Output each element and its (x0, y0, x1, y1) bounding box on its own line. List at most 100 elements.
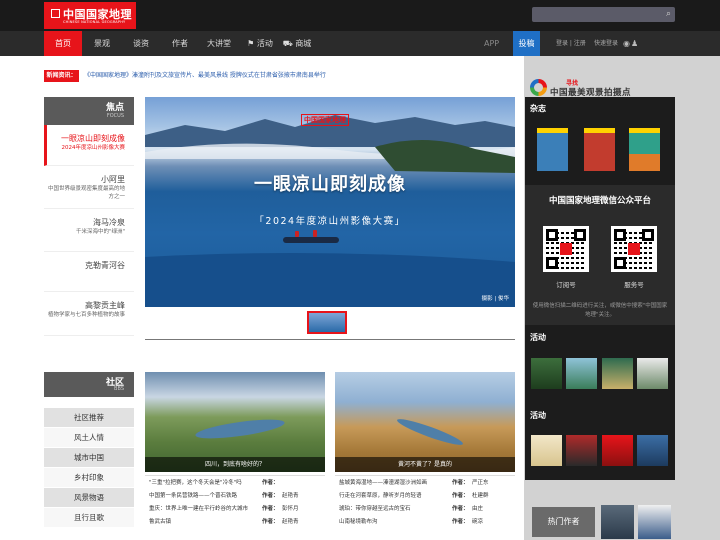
site-logo[interactable]: 中国国家地理 CHINESE NATIONAL GEOGRAPHY (44, 2, 136, 29)
main-nav: 首页 景观 谈资 作者 大讲堂 ⚑ 活动 ⛟ 商城 APP 投稿 登录 | 注册… (0, 31, 720, 56)
hero-brand: 中国国家地理 (301, 114, 349, 126)
carousel-thumbnail[interactable] (307, 311, 347, 334)
quick-login-label: 快速登录 (594, 40, 619, 47)
card-link[interactable]: 重庆：世界上唯一建在平行岭谷的大城市 (149, 503, 248, 516)
activity-thumb[interactable] (637, 435, 668, 466)
nav-item-shop[interactable]: ⛟ 商城 (280, 31, 314, 56)
bbs-photo-card[interactable]: 四川，到底有啥好的？ (145, 372, 325, 472)
magazine-cover[interactable] (629, 128, 660, 171)
card-link[interactable]: 中国第一条民营铁路——个晋石铁路 (149, 490, 237, 503)
hero-banner[interactable]: 中国国家地理 一眼凉山即刻成像 「2024年度凉山州影像大赛」 摄影 | 俊华 (145, 97, 515, 307)
focus-item[interactable]: 一眼凉山即刻成像 2024年度凉山州影像大赛 (44, 125, 134, 166)
hero-scenery (145, 115, 515, 307)
hot-authors-label: 热门作者 (532, 507, 595, 537)
activity-thumb[interactable] (531, 358, 562, 389)
bbs-item[interactable]: 社区推荐 (44, 408, 134, 427)
focus-item[interactable]: 高黎贡主峰 植物学家与七百多种植物的故事 (44, 292, 134, 336)
weibo-icon[interactable]: ◉ (623, 39, 631, 48)
activity-thumb[interactable] (531, 435, 562, 466)
hero-subtitle: 「2024年度凉山州影像大赛」 (254, 216, 406, 227)
author-name[interactable]: 赵艳青 (282, 490, 299, 503)
qr-corner (614, 257, 626, 269)
river-shape (395, 415, 465, 449)
qr-corner (546, 257, 558, 269)
magazine-cover[interactable] (537, 128, 568, 171)
app-link[interactable]: APP (484, 31, 499, 56)
card-link[interactable]: "三重"拉把赛，这个冬天会是"冷冬"吗 (149, 477, 242, 490)
divider (145, 339, 515, 340)
author-name[interactable]: 严正东 (472, 477, 489, 490)
author-label: 作者： (452, 480, 469, 486)
magazine-cover[interactable] (584, 128, 615, 171)
nav-item-activity[interactable]: ⚑ 活动 (245, 31, 275, 56)
cart-icon: ⛟ (282, 39, 293, 48)
author-label: 作者： (262, 519, 279, 525)
author-name[interactable]: 由庄 (472, 503, 483, 516)
nav-item-lecture[interactable]: 大讲堂 (201, 31, 237, 56)
logo-frame-icon (51, 9, 60, 18)
activity-thumb[interactable] (637, 358, 668, 389)
boat-figure (313, 230, 317, 237)
author-name[interactable]: 杜建群 (472, 490, 489, 503)
author-label: 作者： (452, 493, 469, 499)
submit-button[interactable]: 投稿 (513, 31, 540, 56)
qr-code-service (611, 226, 657, 272)
author-avatar[interactable] (601, 505, 634, 539)
card-link[interactable]: 琥珀：带你穿越至远古的宝石 (339, 503, 411, 516)
bbs-item[interactable]: 风景物语 (44, 488, 134, 507)
nav-item-landscape[interactable]: 景观 (84, 31, 120, 56)
search-input[interactable]: ⌕ (532, 7, 675, 22)
login-register-link[interactable]: 登录 | 注册 (556, 31, 586, 56)
bbs-photo-card[interactable]: 黄河不黄了？是真的 (335, 372, 515, 472)
qr-label: 订阅号 (556, 281, 576, 289)
nav-item-authors[interactable]: 作者 (162, 31, 198, 56)
activity-thumb[interactable] (602, 358, 633, 389)
qr-corner (614, 229, 626, 241)
news-tag: 新闻资讯： (44, 70, 79, 82)
card-link[interactable]: 山南秘境勒布沟 (339, 516, 378, 529)
focus-item-sub: 植物学家与七百多种植物的故事 (47, 312, 125, 318)
qq-icon[interactable]: ♟ (631, 39, 639, 48)
logo-subtext: CHINESE NATIONAL GEOGRAPHY (63, 20, 126, 24)
bbs-item[interactable]: 城市中国 (44, 448, 134, 467)
focus-item[interactable]: 海马冷泉 千米深海中的"绿洲" (44, 209, 134, 252)
author-avatar[interactable] (638, 505, 671, 539)
bbs-item[interactable]: 风土人情 (44, 428, 134, 447)
card-link[interactable]: 行走在河套草原，静听岁月的轻语 (339, 490, 422, 503)
bbs-item[interactable]: 乡村印象 (44, 468, 134, 487)
activity-thumb[interactable] (566, 435, 597, 466)
bbs-title: 社区 BBS (44, 372, 134, 397)
card-link[interactable]: 盐城黄海湿地——溱潼湖湿沙洲如画 (339, 477, 427, 490)
focus-item-sub: 2024年度凉山州影像大赛 (61, 145, 126, 151)
author-label: 作者： (262, 506, 279, 512)
magazine-heading: 杂志 (530, 104, 546, 113)
photo-credit: 摄影 | 俊华 (481, 296, 509, 302)
wechat-description: 使用微信扫描二维码进行关注，或微信中搜索"中国国家地理"关注。 (532, 303, 668, 318)
bbs-title-sub: BBS (114, 386, 124, 392)
activity-thumb[interactable] (566, 358, 597, 389)
divider (145, 475, 325, 476)
nav-item-talk[interactable]: 谈资 (123, 31, 159, 56)
focus-item[interactable]: 小阿里 中国世界级景观密集度最高的地方之一 (44, 166, 134, 209)
author-name[interactable]: 赵艳青 (282, 516, 299, 529)
author-name[interactable]: 碗凉 (472, 516, 483, 529)
author-label: 作者： (452, 519, 469, 525)
social-login-icons[interactable]: ◉♟ (623, 39, 639, 48)
search-icon[interactable]: ⌕ (666, 9, 671, 19)
activity-heading: 活动 (530, 333, 546, 342)
qr-corner (546, 229, 558, 241)
activity-thumb[interactable] (602, 435, 633, 466)
wechat-title: 中国国家地理微信公众平台 (548, 196, 651, 206)
focus-item[interactable]: 克勒青河谷 (44, 252, 134, 292)
focus-item-title: 克勒青河谷 (85, 261, 125, 270)
boat (283, 237, 339, 243)
news-headline-link[interactable]: 《中国国家地理》溱潼附刊及文旅宣传片、最美风景线 授牌仪式在甘肃省张掖市肃南县举… (84, 70, 326, 82)
focus-item-title: 一眼凉山即刻成像 (61, 134, 125, 143)
hero-title: 一眼凉山即刻成像 (254, 174, 406, 195)
activity-heading: 活动 (530, 411, 546, 420)
author-name[interactable]: 彭怀月 (282, 503, 299, 516)
focus-item-title: 小阿里 (101, 175, 125, 184)
nav-item-home[interactable]: 首页 (44, 31, 82, 56)
card-link[interactable]: 鲁武古镇 (149, 516, 171, 529)
bbs-item[interactable]: 且行且歌 (44, 508, 134, 527)
